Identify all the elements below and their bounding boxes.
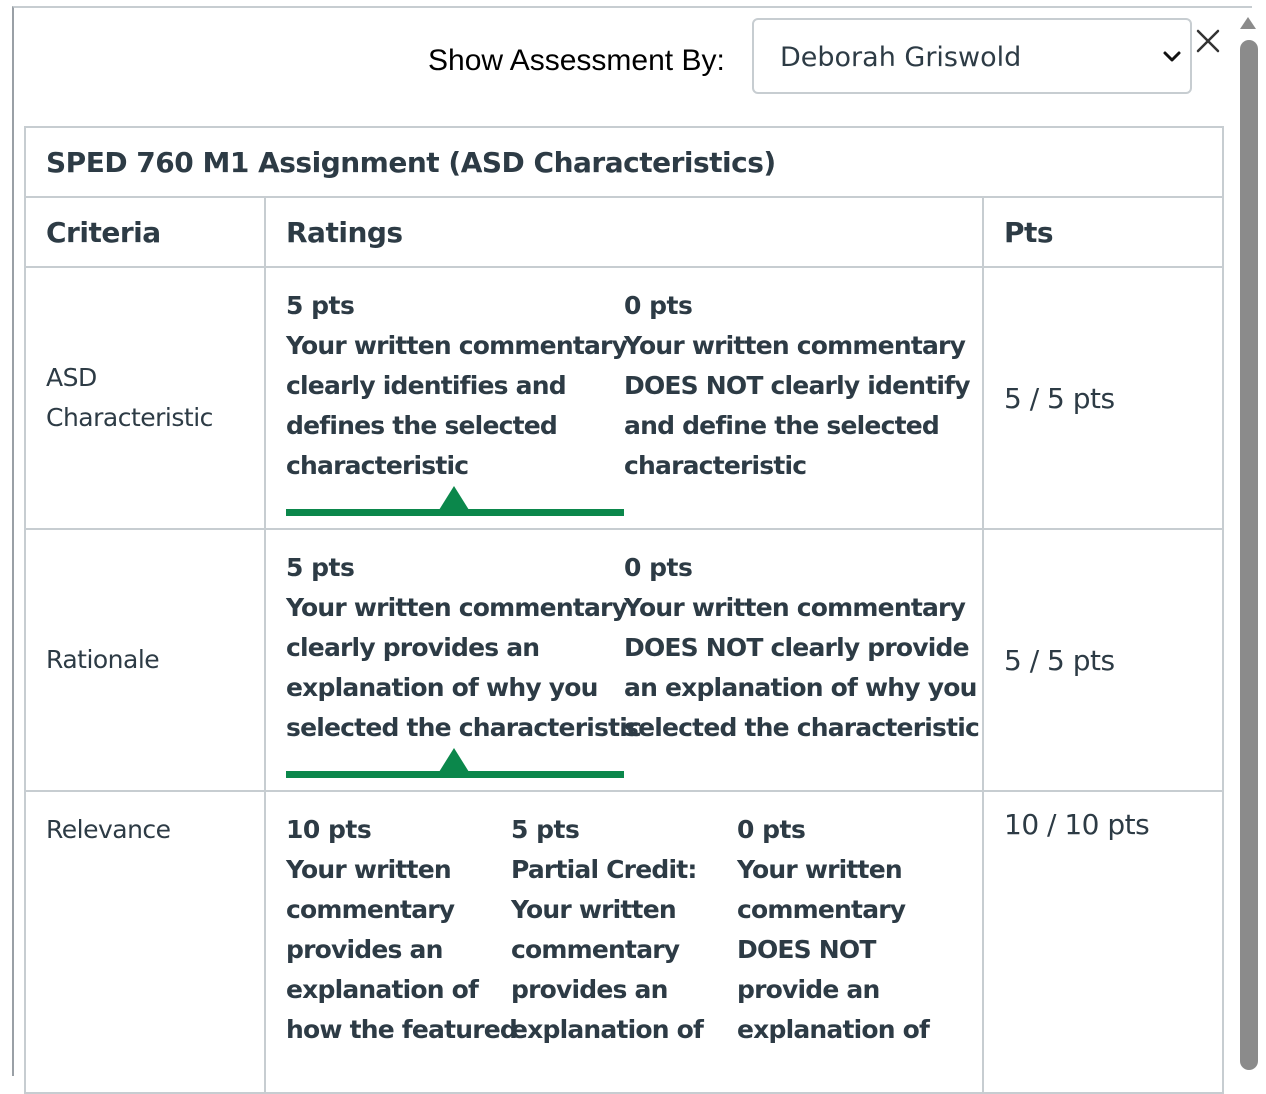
rating-description: clearly provides an bbox=[286, 633, 540, 662]
rating-points: 0 pts bbox=[624, 553, 693, 582]
ratings-header: Ratings bbox=[266, 198, 984, 266]
rating-description: Your written commentary bbox=[286, 593, 628, 622]
rating-description: selected the characteristic bbox=[286, 713, 642, 742]
rating-description: provides an bbox=[286, 935, 443, 964]
criterion-score: 5 / 5 pts bbox=[1004, 643, 1115, 677]
rating-description: provide an bbox=[737, 975, 880, 1004]
selected-rating-bar bbox=[286, 771, 624, 778]
rating-description: Partial Credit: bbox=[511, 855, 697, 884]
rating-description: clearly identifies and bbox=[286, 371, 567, 400]
score-cell: 5 / 5 pts bbox=[984, 268, 1222, 528]
show-assessment-label: Show Assessment By: bbox=[428, 44, 725, 77]
score-cell: 10 / 10 pts bbox=[984, 792, 1222, 1092]
rating-description: Your written bbox=[737, 855, 903, 884]
rating-description: characteristic bbox=[286, 451, 469, 480]
rating-points: 5 pts bbox=[286, 291, 355, 320]
rating-description: commentary bbox=[286, 895, 455, 924]
rating-description: explanation of bbox=[511, 1015, 704, 1044]
rating-description: defines the selected bbox=[286, 411, 558, 440]
rating-0-pts[interactable]: 0 pts Your written commentary DOES NOT c… bbox=[624, 548, 980, 748]
criterion-name: Relevance bbox=[46, 815, 171, 844]
ratings-cell: 10 pts Your written commentary provides … bbox=[266, 792, 984, 1092]
rating-description: provides an bbox=[511, 975, 668, 1004]
criterion-row-relevance: Relevance 10 pts Your written commentary… bbox=[26, 792, 1222, 1092]
rating-description: Your written commentary bbox=[624, 593, 966, 622]
score-cell: 5 / 5 pts bbox=[984, 530, 1222, 790]
rating-description: DOES NOT clearly identify bbox=[624, 371, 971, 400]
criterion-name: ASD bbox=[46, 363, 97, 392]
selected-rating-indicator-icon bbox=[439, 748, 469, 772]
scrollbar-thumb[interactable] bbox=[1240, 40, 1258, 1070]
selected-rating-indicator-icon bbox=[439, 486, 469, 510]
criterion-row-rationale: Rationale 5 pts Your written commentary … bbox=[26, 530, 1222, 792]
rating-description: Your written bbox=[511, 895, 677, 924]
rating-points: 0 pts bbox=[624, 291, 693, 320]
rating-points: 10 pts bbox=[286, 815, 372, 844]
chevron-down-icon bbox=[1163, 51, 1181, 62]
rating-description: Your written bbox=[286, 855, 452, 884]
rating-description: and define the selected bbox=[624, 411, 940, 440]
rating-description: selected the characteristic bbox=[624, 713, 980, 742]
criterion-name: Rationale bbox=[46, 645, 160, 674]
rating-description: explanation of bbox=[737, 1015, 930, 1044]
criterion-row-asd-characteristic: ASD Characteristic 5 pts Your written co… bbox=[26, 268, 1222, 530]
rubric-header-row: Criteria Ratings Pts bbox=[26, 198, 1222, 268]
rating-description: explanation of bbox=[286, 975, 479, 1004]
rating-description: an explanation of why you bbox=[624, 673, 977, 702]
rating-5-pts[interactable]: 5 pts Your written commentary clearly id… bbox=[286, 286, 628, 486]
rating-description: DOES NOT bbox=[737, 935, 876, 964]
rating-0-pts[interactable]: 0 pts Your written commentary DOES NOT c… bbox=[624, 286, 971, 486]
assessor-select-value: Deborah Griswold bbox=[780, 42, 1022, 73]
rating-5-pts[interactable]: 5 pts Your written commentary clearly pr… bbox=[286, 548, 642, 748]
rating-10-pts[interactable]: 10 pts Your written commentary provides … bbox=[286, 810, 518, 1050]
rating-5-pts[interactable]: 5 pts Partial Credit: Your written comme… bbox=[511, 810, 704, 1050]
criterion-score: 5 / 5 pts bbox=[1004, 381, 1115, 415]
criterion-cell: Relevance bbox=[26, 792, 266, 1092]
scroll-up-arrow-icon[interactable] bbox=[1238, 14, 1258, 32]
criteria-header: Criteria bbox=[26, 198, 266, 266]
rating-description: characteristic bbox=[624, 451, 807, 480]
rating-description: DOES NOT clearly provide bbox=[624, 633, 970, 662]
ratings-cell: 5 pts Your written commentary clearly id… bbox=[266, 268, 984, 528]
rating-points: 5 pts bbox=[286, 553, 355, 582]
rating-description: commentary bbox=[511, 935, 680, 964]
ratings-cell: 5 pts Your written commentary clearly pr… bbox=[266, 530, 984, 790]
rubric-table: SPED 760 M1 Assignment (ASD Characterist… bbox=[24, 126, 1224, 1094]
rating-description: how the featured bbox=[286, 1015, 518, 1044]
pts-header: Pts bbox=[1004, 216, 1054, 249]
rating-description: commentary bbox=[737, 895, 906, 924]
rating-0-pts[interactable]: 0 pts Your written commentary DOES NOT p… bbox=[737, 810, 930, 1050]
criterion-cell: ASD Characteristic bbox=[26, 268, 266, 528]
selected-rating-bar bbox=[286, 509, 624, 516]
assessor-select[interactable]: Deborah Griswold bbox=[752, 18, 1192, 94]
criterion-score: 10 / 10 pts bbox=[1004, 808, 1150, 841]
rating-points: 5 pts bbox=[511, 815, 580, 844]
rating-description: explanation of why you bbox=[286, 673, 598, 702]
criterion-cell: Rationale bbox=[26, 530, 266, 790]
rubric-title: SPED 760 M1 Assignment (ASD Characterist… bbox=[26, 128, 1222, 198]
close-icon[interactable] bbox=[1193, 26, 1223, 56]
rating-description: Your written commentary bbox=[286, 331, 628, 360]
criterion-name-line2: Characteristic bbox=[46, 403, 213, 432]
rating-description: Your written commentary bbox=[624, 331, 966, 360]
rating-points: 0 pts bbox=[737, 815, 806, 844]
